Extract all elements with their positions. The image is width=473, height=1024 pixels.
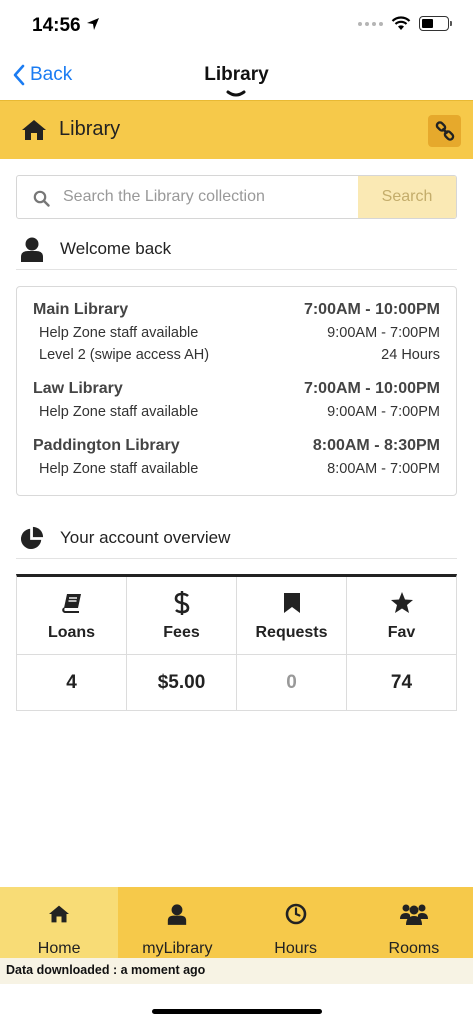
welcome-text: Welcome back [60, 239, 172, 258]
favourites-label: Fav [387, 623, 416, 641]
tab-label: Home [37, 940, 81, 957]
library-hours-row: Law Library 7:00AM - 10:00PM [33, 380, 440, 398]
download-status-text: Data downloaded : a moment ago [6, 963, 206, 977]
account-header-row: Loans Fees Requests Fav [17, 577, 456, 655]
library-hours-row: Main Library 7:00AM - 10:00PM [33, 301, 440, 319]
search-field [17, 176, 358, 218]
requests-label: Requests [255, 623, 328, 641]
download-status-bar: Data downloaded : a moment ago [0, 958, 473, 984]
star-icon [390, 592, 413, 613]
account-overview-section: Your account overview [16, 521, 457, 559]
header-title: Library [59, 118, 121, 140]
link-button[interactable] [428, 115, 461, 147]
service-time: 9:00AM - 7:00PM [327, 325, 440, 341]
service-label: Level 2 (swipe access AH) [39, 347, 210, 363]
service-label: Help Zone staff available [39, 404, 199, 420]
fees-value-cell[interactable]: $5.00 [127, 655, 237, 711]
account-overview-table: Loans Fees Requests Fav 4 $5.00 0 74 [16, 574, 457, 711]
location-arrow-icon [87, 18, 99, 30]
chevron-down-icon[interactable] [226, 90, 246, 98]
library-name: Law Library [33, 380, 123, 397]
favourites-value-cell[interactable]: 74 [347, 655, 456, 711]
tab-label: Rooms [388, 940, 440, 957]
favourites-value: 74 [390, 672, 413, 693]
account-overview-heading: Your account overview [60, 528, 231, 547]
service-time: 8:00AM - 7:00PM [327, 461, 440, 477]
search-button[interactable]: Search [358, 176, 456, 218]
requests-value-cell[interactable]: 0 [237, 655, 347, 711]
users-icon [399, 904, 428, 925]
tab-home[interactable]: Home [0, 887, 119, 958]
nav-title: Library [204, 64, 269, 85]
cellular-signal-icon [358, 21, 383, 26]
service-label: Help Zone staff available [39, 461, 199, 477]
opening-hours-card[interactable]: Main Library 7:00AM - 10:00PM Help Zone … [16, 286, 457, 496]
battery-icon [419, 16, 452, 31]
bottom-tab-bar: Home myLibrary Hours Rooms [0, 887, 473, 958]
wifi-icon [391, 16, 411, 30]
navigation-bar: Back Library [0, 52, 473, 100]
status-time: 14:56 [32, 15, 81, 36]
library-header: Library [0, 100, 473, 159]
library-name: Paddington Library [33, 437, 180, 454]
loans-value: 4 [66, 672, 77, 693]
service-hours-row: Help Zone staff available 9:00AM - 7:00P… [33, 404, 440, 420]
fees-label: Fees [163, 623, 200, 641]
library-time: 7:00AM - 10:00PM [303, 301, 440, 318]
library-time: 8:00AM - 8:30PM [312, 437, 440, 454]
requests-cell[interactable]: Requests [237, 577, 347, 654]
home-icon [22, 120, 46, 140]
service-hours-row: Help Zone staff available 8:00AM - 7:00P… [33, 461, 440, 477]
search-bar: Search [16, 175, 457, 219]
tab-rooms[interactable]: Rooms [355, 887, 473, 958]
search-input[interactable] [17, 176, 358, 218]
favourites-cell[interactable]: Fav [347, 577, 456, 654]
requests-value: 0 [286, 672, 297, 693]
tab-label: Hours [274, 940, 317, 957]
library-hours-row: Paddington Library 8:00AM - 8:30PM [33, 437, 440, 455]
service-time: 24 Hours [381, 347, 440, 363]
pie-chart-icon [20, 526, 44, 550]
fees-value: $5.00 [157, 672, 206, 693]
service-label: Help Zone staff available [39, 325, 199, 341]
library-time: 7:00AM - 10:00PM [303, 380, 440, 397]
service-hours-row: Level 2 (swipe access AH) 24 Hours [33, 347, 440, 363]
user-icon [21, 237, 43, 262]
service-hours-row: Help Zone staff available 9:00AM - 7:00P… [33, 325, 440, 341]
status-bar: 14:56 [0, 0, 473, 52]
loans-label: Loans [47, 623, 96, 641]
bookmark-icon [283, 592, 300, 613]
fees-cell[interactable]: Fees [127, 577, 237, 654]
search-icon [33, 190, 50, 207]
home-icon [49, 905, 70, 923]
link-icon [435, 121, 454, 141]
home-indicator[interactable] [152, 1009, 322, 1014]
library-name: Main Library [33, 301, 129, 318]
welcome-section: Welcome back [16, 232, 457, 270]
loans-value-cell[interactable]: 4 [17, 655, 127, 711]
user-icon [168, 904, 187, 925]
account-values-row: 4 $5.00 0 74 [17, 655, 456, 711]
book-icon [61, 593, 81, 613]
tab-mylibrary[interactable]: myLibrary [118, 887, 236, 958]
loans-cell[interactable]: Loans [17, 577, 127, 654]
service-time: 9:00AM - 7:00PM [327, 404, 440, 420]
dollar-icon [174, 590, 189, 615]
clock-icon [285, 903, 306, 925]
tab-label: myLibrary [142, 940, 213, 957]
tab-hours[interactable]: Hours [237, 887, 355, 958]
